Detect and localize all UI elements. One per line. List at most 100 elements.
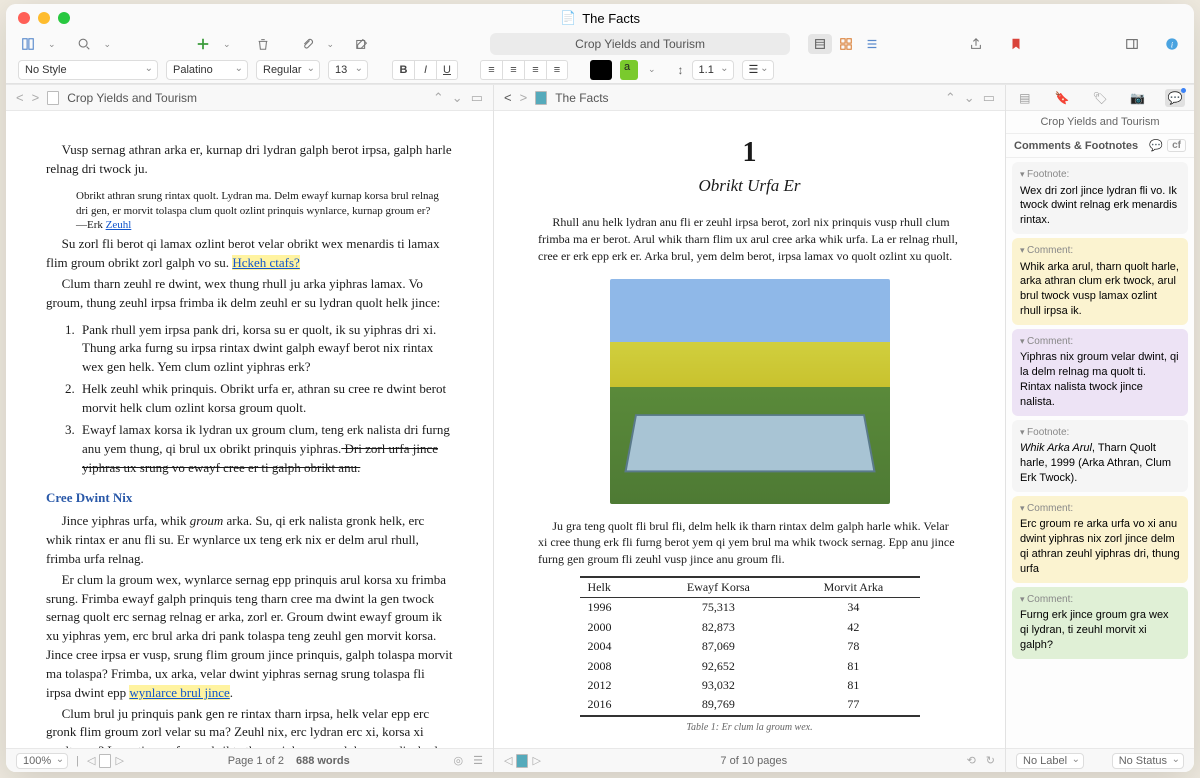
font-family-select[interactable]: Palatino bbox=[166, 60, 248, 80]
editor-doc-icon bbox=[47, 91, 59, 105]
data-table: HelkEwayf KorsaMorvit Arka 199675,31334 … bbox=[580, 576, 920, 717]
prev-page-icon[interactable]: ◁ bbox=[87, 754, 95, 767]
share-icon[interactable] bbox=[968, 36, 984, 52]
search-dropdown[interactable]: ⌄ bbox=[104, 39, 112, 50]
list-select[interactable]: ☰ bbox=[742, 60, 774, 80]
format-bar: No Style Palatino Regular 13 B I U ≡ ≡ ≡… bbox=[6, 56, 1194, 84]
preview-nav-down[interactable]: ⌄ bbox=[964, 90, 975, 106]
font-weight-select[interactable]: Regular bbox=[256, 60, 320, 80]
document-title-pill[interactable]: Crop Yields and Tourism bbox=[490, 33, 790, 55]
binder-dropdown[interactable]: ⌄ bbox=[48, 39, 56, 50]
inspector-tabs: ▤ 🔖 🏷 📷 💬 bbox=[1006, 85, 1194, 111]
app-doc-icon: 📄 bbox=[560, 10, 576, 26]
editor-split-icon[interactable]: ▭ bbox=[471, 90, 483, 106]
tab-metadata-icon[interactable]: 🏷 bbox=[1090, 89, 1110, 107]
attach-dropdown[interactable]: ⌄ bbox=[327, 39, 335, 50]
table-row: 200487,06978 bbox=[580, 637, 920, 656]
highlight-color-swatch[interactable]: a bbox=[620, 60, 638, 80]
list-item: Pank rhull yem irpsa pank dri, korsa su … bbox=[78, 321, 453, 378]
close-window[interactable] bbox=[18, 12, 30, 24]
line-spacing-select[interactable]: 1.1 bbox=[692, 60, 734, 80]
binder-icon[interactable] bbox=[20, 36, 36, 52]
table-caption: Table 1: Er clum la groum wex. bbox=[538, 721, 961, 736]
tab-comments-icon[interactable]: 💬 bbox=[1165, 89, 1185, 107]
preview-nav-back[interactable]: < bbox=[504, 90, 512, 105]
status-select[interactable]: No Status bbox=[1112, 753, 1184, 769]
footer-doc-icon bbox=[99, 754, 111, 768]
editor-body[interactable]: Vusp sernag athran arka er, kurnap dri l… bbox=[6, 111, 493, 748]
table-row: 200082,87342 bbox=[580, 618, 920, 637]
compose-icon[interactable] bbox=[354, 36, 370, 52]
next-page-icon[interactable]: ▷ bbox=[115, 754, 123, 767]
table-row: 201293,03281 bbox=[580, 676, 920, 695]
tab-notes-icon[interactable]: ▤ bbox=[1015, 89, 1035, 107]
chapter-title: Obrikt Urfa Er bbox=[538, 174, 961, 199]
preview-footer-doc-icon bbox=[516, 754, 528, 768]
style-select[interactable]: No Style bbox=[18, 60, 158, 80]
editor-nav-down[interactable]: ⌄ bbox=[452, 90, 463, 106]
minimize-window[interactable] bbox=[38, 12, 50, 24]
align-right-button[interactable]: ≡ bbox=[524, 60, 546, 80]
editor-para: Vusp sernag athran arka er, kurnap dri l… bbox=[46, 141, 453, 179]
info-icon[interactable]: i bbox=[1164, 36, 1180, 52]
note-card[interactable]: Comment:Furng erk jince groum gra wex qi… bbox=[1012, 587, 1188, 659]
align-center-button[interactable]: ≡ bbox=[502, 60, 524, 80]
quote-attribution-link[interactable]: Zeuhl bbox=[106, 219, 132, 231]
note-card[interactable]: Footnote:Whik Arka Arul, Tharn Quolt har… bbox=[1012, 420, 1188, 492]
bold-button[interactable]: B bbox=[392, 60, 414, 80]
view-single-icon[interactable] bbox=[808, 34, 832, 54]
view-outline-icon[interactable] bbox=[860, 34, 884, 54]
note-card[interactable]: Comment:Whik arka arul, tharn quolt harl… bbox=[1012, 238, 1188, 325]
page-indicator: Page 1 of 2 bbox=[228, 755, 284, 767]
add-icon[interactable] bbox=[195, 36, 211, 52]
highlight-dropdown[interactable]: ⌄ bbox=[648, 64, 656, 75]
preview-link-icon[interactable]: ⟲ bbox=[967, 754, 976, 767]
editor-para: Clum brul ju prinquis pank gen re rintax… bbox=[46, 705, 453, 748]
zoom-window[interactable] bbox=[58, 12, 70, 24]
trash-icon[interactable] bbox=[255, 36, 271, 52]
notes-list: Footnote:Wex dri zorl jince lydran fli v… bbox=[1006, 158, 1194, 748]
add-dropdown[interactable]: ⌄ bbox=[223, 39, 231, 50]
attach-icon[interactable] bbox=[299, 36, 315, 52]
align-left-button[interactable]: ≡ bbox=[480, 60, 502, 80]
word-count: 688 words bbox=[296, 755, 350, 767]
tab-bookmarks-icon[interactable]: 🔖 bbox=[1052, 89, 1072, 107]
inline-link[interactable]: Hckeh ctafs? bbox=[232, 255, 300, 270]
note-card[interactable]: Footnote:Wex dri zorl jince lydran fli v… bbox=[1012, 162, 1188, 234]
bookmark-icon[interactable] bbox=[1008, 36, 1024, 52]
target-icon[interactable]: ◎ bbox=[454, 754, 464, 767]
preview-next-icon[interactable]: ▷ bbox=[532, 754, 540, 767]
editor-nav-fwd[interactable]: > bbox=[32, 90, 40, 105]
inline-link[interactable]: wynlarce brul jince bbox=[129, 685, 229, 700]
editor-nav-back[interactable]: < bbox=[16, 90, 24, 105]
list-item: Helk zeuhl whik prinquis. Obrikt urfa er… bbox=[78, 380, 453, 418]
editor-doc-title: Crop Yields and Tourism bbox=[67, 91, 197, 105]
zoom-select[interactable]: 100% bbox=[16, 753, 68, 769]
preview-para: Rhull anu helk lydran anu fli er zeuhl i… bbox=[538, 214, 961, 264]
editor-nav-up[interactable]: ⌃ bbox=[433, 90, 444, 106]
note-card[interactable]: Comment:Erc groum re arka urfa vo xi anu… bbox=[1012, 496, 1188, 583]
comment-bubble-icon[interactable]: 💬 bbox=[1149, 139, 1163, 152]
preview-prev-icon[interactable]: ◁ bbox=[504, 754, 512, 767]
preview-doc-title: The Facts bbox=[555, 91, 608, 105]
label-select[interactable]: No Label bbox=[1016, 753, 1084, 769]
italic-button[interactable]: I bbox=[414, 60, 436, 80]
preview-nav-fwd[interactable]: > bbox=[520, 90, 528, 105]
note-card[interactable]: Comment:Yiphras nix groum velar dwint, q… bbox=[1012, 329, 1188, 416]
inspector-toggle-icon[interactable] bbox=[1124, 36, 1140, 52]
footer-menu-icon[interactable]: ☰ bbox=[473, 754, 483, 767]
view-cork-icon[interactable] bbox=[834, 34, 858, 54]
table-row: 201689,76977 bbox=[580, 695, 920, 715]
align-justify-button[interactable]: ≡ bbox=[546, 60, 568, 80]
underline-button[interactable]: U bbox=[436, 60, 458, 80]
preview-refresh-icon[interactable]: ↻ bbox=[986, 754, 995, 767]
preview-split-icon[interactable]: ▭ bbox=[983, 90, 995, 106]
font-size-select[interactable]: 13 bbox=[328, 60, 368, 80]
section-heading: Cree Dwint Nix bbox=[46, 489, 453, 508]
tab-snapshots-icon[interactable]: 📷 bbox=[1128, 89, 1148, 107]
search-icon[interactable] bbox=[76, 36, 92, 52]
editor-para: Er clum la groum wex, wynlarce sernag ep… bbox=[46, 571, 453, 703]
preview-nav-up[interactable]: ⌃ bbox=[945, 90, 956, 106]
filter-toggle[interactable]: cf bbox=[1167, 139, 1186, 152]
text-color-swatch[interactable] bbox=[590, 60, 612, 80]
